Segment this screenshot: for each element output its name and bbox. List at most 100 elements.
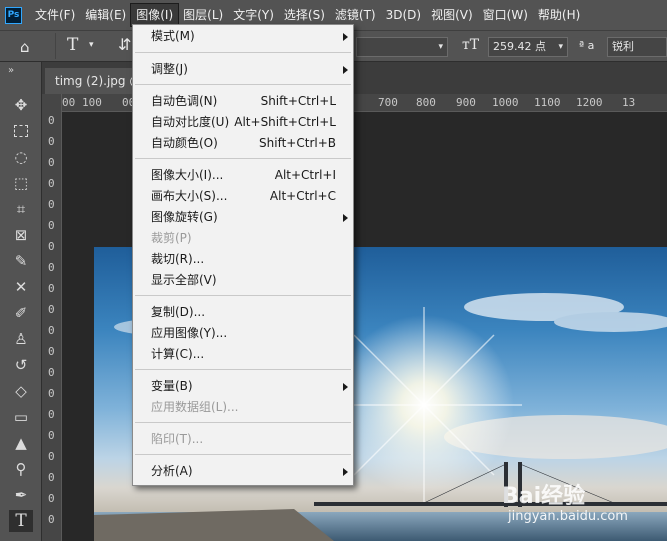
healing-brush-tool-icon[interactable]: ✕ [9,276,33,298]
font-size-icon: ᴛT [462,37,480,53]
dropdown-menu-item[interactable]: 图像旋转(G) [133,207,353,228]
ruler-tick-label: 100 [82,96,102,109]
type-tool-icon[interactable]: T [9,510,33,532]
dropdown-menu-item[interactable]: 显示全部(V) [133,270,353,291]
menu-item-label: 图像旋转(G) [151,210,218,224]
menu-item-label: 显示全部(V) [151,273,217,287]
dropdown-menu-item[interactable]: 应用图像(Y)... [133,323,353,344]
dropdown-menu-item[interactable]: 自动颜色(O) Shift+Ctrl+B [133,133,353,154]
object-selection-tool-icon[interactable]: ⬚ [9,172,33,194]
antialias-value: 锐利 [612,40,634,53]
submenu-arrow-icon [343,468,348,476]
menu-item-shortcut: Shift+Ctrl+L [260,94,336,108]
menu-item[interactable]: 选择(S) [279,4,330,26]
move-tool-icon[interactable]: ✥ [9,94,33,116]
text-tool-icon[interactable]: T [67,35,78,55]
ruler-tick-label: 0 [48,492,55,505]
menu-item-shortcut: Shift+Ctrl+B [259,136,336,150]
menu-item-label: 裁剪(P) [151,231,192,245]
dropdown-menu-item[interactable]: 分析(A) [133,461,353,482]
menu-item[interactable]: 图像(I) [130,3,180,27]
ruler-tick-label: 0 [48,282,55,295]
ruler-tick-label: 0 [48,114,55,127]
frame-tool-icon[interactable]: ⊠ [9,224,33,246]
pen-tool-icon[interactable]: ✒ [9,484,33,506]
menu-item-label: 陷印(T)... [151,432,204,446]
dropdown-menu-item[interactable]: 画布大小(S)... Alt+Ctrl+C [133,186,353,207]
ruler-tick-label: 13 [622,96,636,109]
home-icon[interactable]: ⌂ [20,38,30,56]
ruler-tick-label: 0 [48,240,55,253]
menu-separator [135,52,351,53]
ruler-tick-label: 0 [48,261,55,274]
menu-item[interactable]: 3D(D) [381,4,426,26]
menu-item-label: 画布大小(S)... [151,189,228,203]
ruler-tick-label: 1000 [492,96,519,109]
dropdown-menu-item[interactable]: 复制(D)... [133,302,353,323]
gradient-tool-icon[interactable]: ▭ [9,406,33,428]
dropdown-menu-item[interactable]: 裁切(R)... [133,249,353,270]
dropdown-menu-item[interactable]: 图像大小(I)... Alt+Ctrl+I [133,165,353,186]
ruler-tick-label: 0 [48,513,55,526]
menu-item[interactable]: 文件(F) [30,4,80,26]
menu-item-label: 自动色调(N) [151,94,218,108]
ruler-tick-label: 1100 [534,96,561,109]
menu-separator [135,158,351,159]
orientation-toggle-icon[interactable]: ⇵ [118,35,131,54]
ruler-tick-label: 0 [48,429,55,442]
ruler-tick-label: 0 [48,366,55,379]
ruler-tick-label: 0 [48,177,55,190]
menu-item-shortcut: Alt+Ctrl+C [269,189,336,203]
menu-item[interactable]: 编辑(E) [80,4,131,26]
menu-separator [135,422,351,423]
marquee-tool-icon[interactable] [9,120,33,142]
chevron-down-icon[interactable]: ▾ [89,40,94,50]
ruler-tick-label: 0 [48,219,55,232]
font-style-select[interactable]: ▾ [356,37,448,57]
submenu-arrow-icon [343,383,348,391]
eraser-tool-icon[interactable]: ◇ [9,380,33,402]
document-tab[interactable]: timg (2).jpg @ [45,68,145,94]
divider [55,33,56,59]
menu-item-label: 裁切(R)... [151,252,205,266]
font-size-field[interactable]: 259.42 点 ▾ [488,37,568,57]
menu-item-label: 应用数据组(L)... [151,400,239,414]
ruler-tick-label: 1200 [576,96,603,109]
menu-separator [135,454,351,455]
blur-tool-icon[interactable]: ▲ [9,432,33,454]
eyedropper-tool-icon[interactable]: ✎ [9,250,33,272]
dropdown-menu-item[interactable]: 模式(M) [133,26,353,47]
menu-item[interactable]: 图层(L) [178,4,228,26]
clone-stamp-tool-icon[interactable]: ♙ [9,328,33,350]
menu-item-label: 变量(B) [151,379,193,393]
menu-item-shortcut: Alt+Ctrl+I [274,168,336,182]
menu-item[interactable]: 窗口(W) [478,4,533,26]
menu-item[interactable]: 文字(Y) [228,4,279,26]
dropdown-menu-item[interactable]: 自动色调(N) Shift+Ctrl+L [133,91,353,112]
vertical-ruler: 0 0 0 0 0 0 0 0 0 0 0 0 0 0 0 0 0 0 0 0 [42,94,62,541]
antialias-icon: ª a [579,39,595,52]
menu-item[interactable]: 视图(V) [426,4,478,26]
menu-item-label: 复制(D)... [151,305,206,319]
antialias-select[interactable]: 锐利 [607,37,667,57]
menu-item-label: 计算(C)... [151,347,205,361]
collapse-panel-icon[interactable]: » [8,65,14,76]
dropdown-menu-item[interactable]: 变量(B) [133,376,353,397]
ruler-tick-label: 900 [456,96,476,109]
history-brush-tool-icon[interactable]: ↺ [9,354,33,376]
dodge-tool-icon[interactable]: ⚲ [9,458,33,480]
dropdown-menu-item: 陷印(T)... [133,429,353,450]
dropdown-menu-item[interactable]: 自动对比度(U) Alt+Shift+Ctrl+L [133,112,353,133]
ruler-tick-label: 0 [48,408,55,421]
menu-item[interactable]: 帮助(H) [533,4,585,26]
dropdown-menu-item[interactable]: 调整(J) [133,59,353,80]
ruler-tick-label: 0 [48,387,55,400]
crop-tool-icon[interactable]: ⌗ [9,198,33,220]
ruler-tick-label: 0 [48,324,55,337]
menu-item-shortcut: Alt+Shift+Ctrl+L [234,115,336,129]
menu-item[interactable]: 滤镜(T) [330,4,381,26]
lasso-tool-icon[interactable]: ◌ [9,146,33,168]
brush-tool-icon[interactable]: ✐ [9,302,33,324]
dropdown-menu-item[interactable]: 计算(C)... [133,344,353,365]
ruler-tick-label: 0 [48,345,55,358]
